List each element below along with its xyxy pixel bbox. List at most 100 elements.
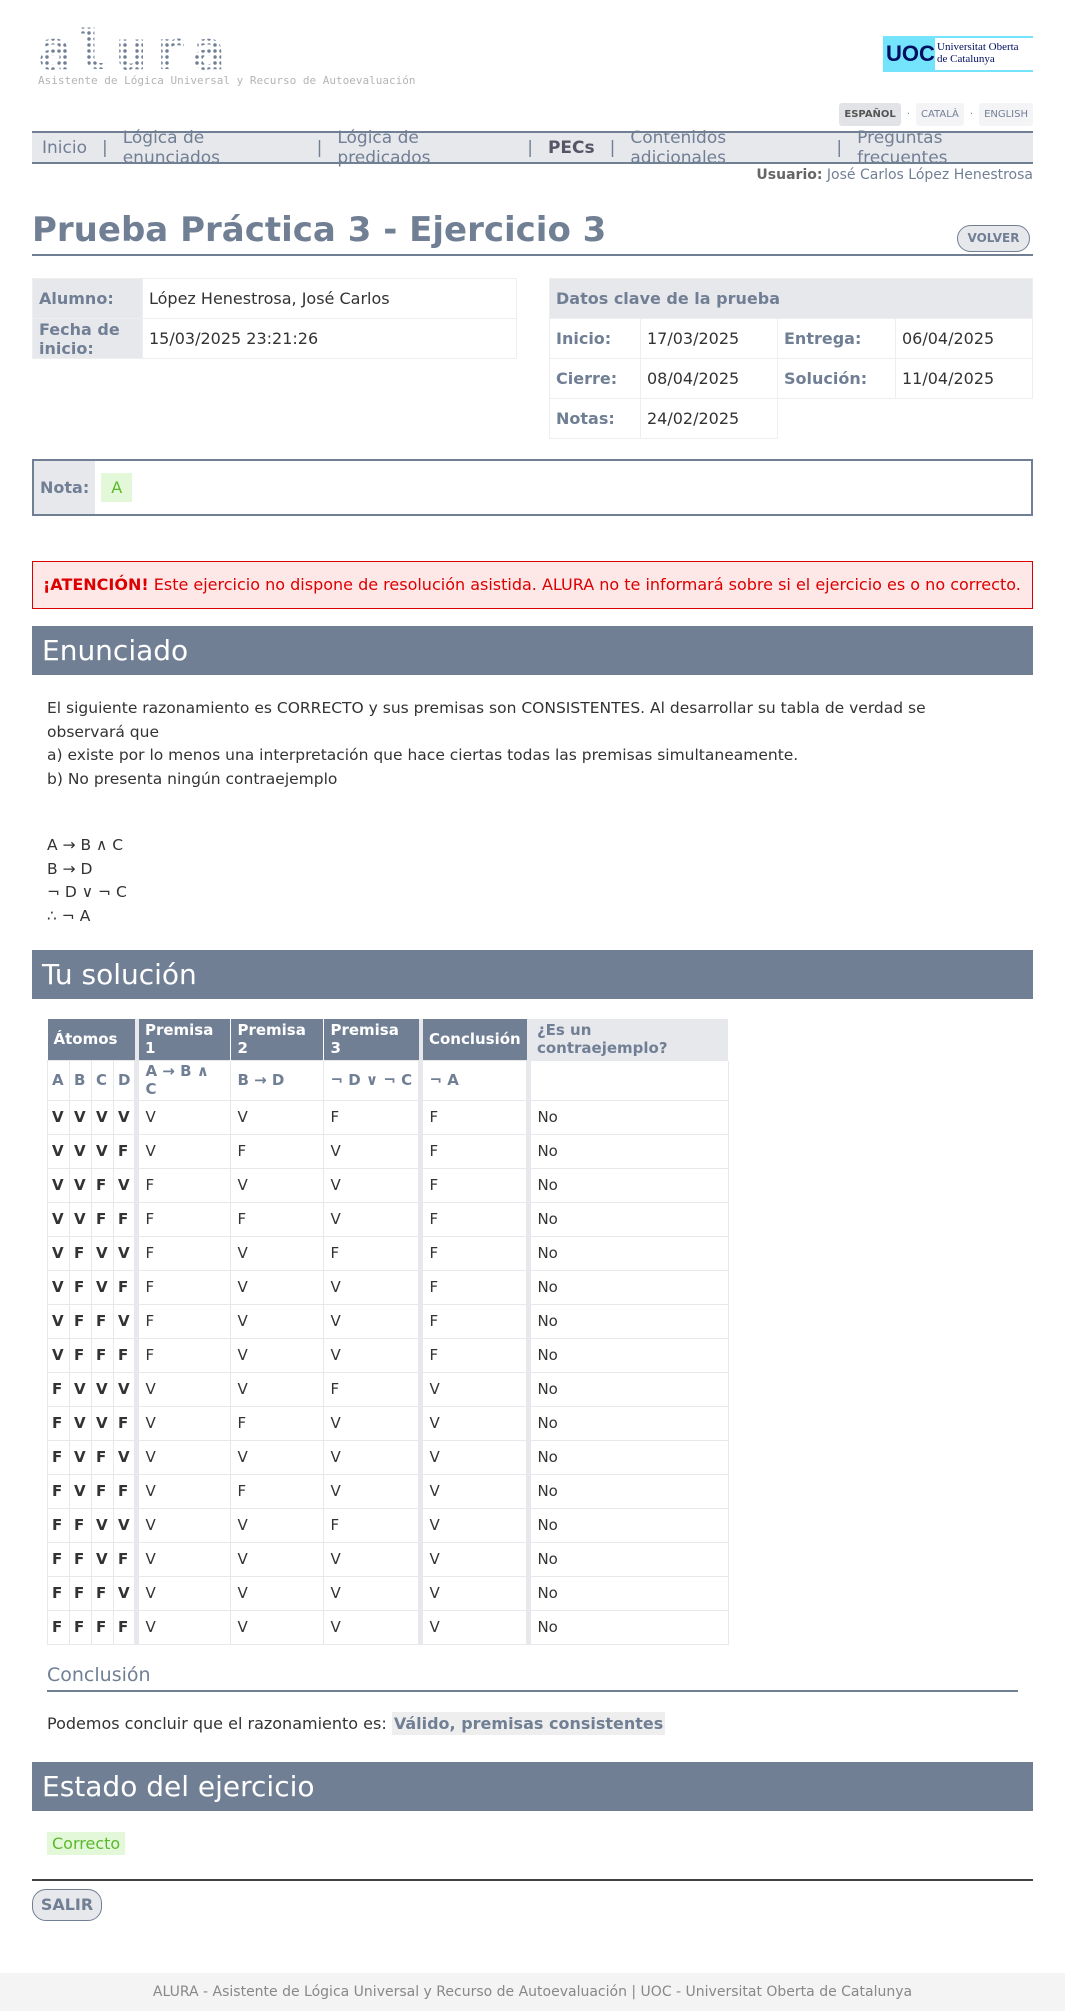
premise-value: V <box>134 1575 232 1611</box>
conclusion-value: V <box>418 1473 530 1509</box>
atom-value: F <box>69 1269 92 1305</box>
conclusion-value: F <box>418 1269 530 1305</box>
atom-value: F <box>47 1541 70 1577</box>
header-atomos: Átomos <box>47 1019 138 1060</box>
atom-value: V <box>47 1337 70 1373</box>
premise-value: V <box>323 1473 422 1509</box>
premise-value: V <box>323 1439 422 1475</box>
premise-value: V <box>323 1133 422 1169</box>
atom-value: F <box>112 1609 138 1645</box>
table-row: V F V V F V F F No <box>47 1235 730 1271</box>
counterexample-value: No <box>526 1303 730 1339</box>
atom-value: V <box>91 1235 114 1271</box>
page-title: Prueba Práctica 3 - Ejercicio 3 <box>32 210 1033 256</box>
conclusion-value: V <box>418 1507 530 1543</box>
table-row: V V V F V F V F No <box>47 1133 730 1169</box>
lang-english[interactable]: ENGLISH <box>979 103 1033 126</box>
counterexample-value: No <box>526 1201 730 1237</box>
counterexample-value: No <box>526 1337 730 1373</box>
table-row: F V F V V V V V No <box>47 1439 730 1475</box>
table-row: F F V V V V F V No <box>47 1507 730 1543</box>
formulas: A → B ∧ CB → D ¬ D ∨ ¬ C ∴ ¬ A <box>47 836 127 925</box>
atom-value: F <box>47 1609 70 1645</box>
premise-value: V <box>323 1405 422 1441</box>
atom-value: F <box>47 1473 70 1509</box>
atom-value: V <box>91 1269 114 1305</box>
atom-value: F <box>91 1337 114 1373</box>
atom-value: V <box>47 1133 70 1169</box>
atom-value: F <box>91 1439 114 1475</box>
premise-value: V <box>230 1337 325 1373</box>
premise-value: F <box>134 1201 232 1237</box>
premise-value: V <box>230 1609 325 1645</box>
counterexample-value: No <box>526 1269 730 1305</box>
atom-value: F <box>69 1541 92 1577</box>
uoc-logo[interactable]: UOC Universitat Oberta de Catalunya <box>883 36 1033 72</box>
counterexample-value: No <box>526 1541 730 1577</box>
premise-value: V <box>230 1439 325 1475</box>
nav-inicio[interactable]: Inicio <box>42 138 87 158</box>
table-row: V F F F F V V F No <box>47 1337 730 1373</box>
counterexample-value: No <box>526 1235 730 1271</box>
counterexample-value: No <box>526 1507 730 1543</box>
nota-box: Nota: A <box>32 459 1033 516</box>
nav-contenidos[interactable]: Contenidos adicionales <box>630 128 821 168</box>
conclusion-value: F <box>418 1099 530 1135</box>
table-row: F F F F V V V V No <box>47 1609 730 1645</box>
premise-value: F <box>134 1235 232 1271</box>
lang-espanol[interactable]: ESPAÑOL <box>839 103 901 126</box>
atom-value: F <box>69 1575 92 1611</box>
premise-value: V <box>323 1167 422 1203</box>
premise-value: F <box>323 1235 422 1271</box>
atom-value: V <box>91 1371 114 1407</box>
counterexample-value: No <box>526 1439 730 1475</box>
atom-value: F <box>91 1609 114 1645</box>
nav-pecs[interactable]: PECs <box>548 138 595 158</box>
atom-value: F <box>47 1439 70 1475</box>
attention-alert: ¡ATENCIÓN! Este ejercicio no dispone de … <box>32 561 1033 609</box>
atom-value: V <box>112 1371 138 1407</box>
premise-value: V <box>134 1541 232 1577</box>
grade-badge: A <box>101 473 133 502</box>
truth-table: Átomos Premisa 1 Premisa 2 Premisa 3 Con… <box>47 1019 730 1645</box>
premise-value: V <box>230 1269 325 1305</box>
premise-value: F <box>134 1303 232 1339</box>
nav-logica-enunciados[interactable]: Lógica de enunciados <box>123 128 302 168</box>
table-row: V F F V F V V F No <box>47 1303 730 1339</box>
atom-value: F <box>91 1303 114 1339</box>
atom-value: V <box>69 1133 92 1169</box>
section-tu-solucion: Tu solución <box>32 950 1033 999</box>
alura-logo: alura <box>38 19 231 82</box>
atom-value: F <box>91 1167 114 1203</box>
atom-value: F <box>112 1201 138 1237</box>
table-row: V V V V V V F F No <box>47 1099 730 1135</box>
atom-value: V <box>91 1133 114 1169</box>
premise-value: V <box>230 1371 325 1407</box>
lang-catala[interactable]: CATALÀ <box>916 103 964 126</box>
atom-value: V <box>69 1167 92 1203</box>
counterexample-value: No <box>526 1099 730 1135</box>
conclusion-value: V <box>418 1371 530 1407</box>
nav-logica-predicados[interactable]: Lógica de predicados <box>337 128 512 168</box>
premise-value: V <box>323 1575 422 1611</box>
atom-value: V <box>112 1575 138 1611</box>
counterexample-value: No <box>526 1575 730 1611</box>
counterexample-value: No <box>526 1473 730 1509</box>
language-switcher: ESPAÑOL · CATALÀ · ENGLISH <box>839 103 1033 126</box>
salir-button[interactable]: SALIR <box>32 1889 102 1921</box>
atom-value: V <box>47 1235 70 1271</box>
conclusion-value: F <box>418 1337 530 1373</box>
atom-value: F <box>47 1575 70 1611</box>
nav-preguntas[interactable]: Preguntas frecuentes <box>857 128 1033 168</box>
atom-value: F <box>112 1337 138 1373</box>
section-estado: Estado del ejercicio <box>32 1762 1033 1811</box>
conclusion-value: F <box>418 1303 530 1339</box>
premise-value: F <box>230 1201 325 1237</box>
volver-button[interactable]: VOLVER <box>957 225 1030 252</box>
user-info: Usuario: José Carlos López Henestrosa <box>756 167 1033 183</box>
atom-value: F <box>112 1133 138 1169</box>
table-row: F V V F V F V V No <box>47 1405 730 1441</box>
premise-value: F <box>134 1337 232 1373</box>
conclusion-text: Podemos concluir que el razonamiento es:… <box>47 1712 666 1735</box>
atom-value: F <box>112 1541 138 1577</box>
